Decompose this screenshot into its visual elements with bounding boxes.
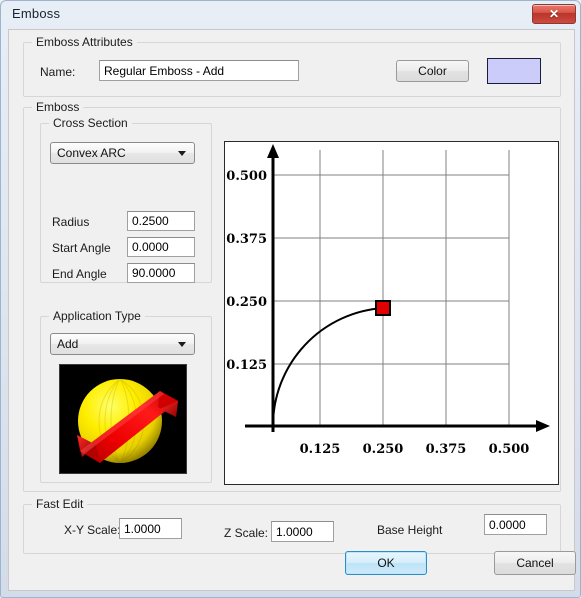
- cross-section-legend: Cross Section: [49, 116, 132, 130]
- emboss-preview-sphere-icon: [59, 364, 187, 474]
- end-point-handle: [375, 300, 391, 316]
- base-height-input[interactable]: 0.0000: [484, 514, 547, 535]
- cancel-button[interactable]: Cancel: [494, 551, 576, 575]
- start-angle-input[interactable]: 0.0000: [127, 237, 195, 257]
- close-icon: ✕: [548, 7, 560, 21]
- name-input[interactable]: Regular Emboss - Add: [99, 60, 299, 81]
- emboss-attributes-group: Emboss Attributes Name: Regular Emboss -…: [23, 35, 561, 97]
- y-tick-label-1: 0.125: [226, 358, 267, 373]
- x-tick-label-3: 0.375: [426, 442, 467, 457]
- x-tick-label-1: 0.125: [300, 442, 341, 457]
- window-title: Emboss: [12, 6, 61, 21]
- base-height-label: Base Height: [377, 523, 443, 537]
- emboss-attributes-legend: Emboss Attributes: [32, 35, 137, 49]
- application-type-group: Application Type Add: [40, 309, 212, 483]
- z-scale-label: Z Scale:: [224, 526, 269, 540]
- x-tick-label-4: 0.500: [489, 442, 530, 457]
- emboss-dialog-window: Emboss ✕ Emboss Attributes Name: Regular…: [0, 0, 581, 598]
- z-scale-input[interactable]: 1.0000: [271, 521, 334, 542]
- cross-section-graph[interactable]: 0.500 0.375 0.250 0.125 0.125 0.250 0.37…: [224, 141, 559, 485]
- cross-section-group: Cross Section Convex ARC Radius 0.2500 S…: [40, 116, 212, 283]
- y-tick-label-4: 0.500: [226, 169, 267, 184]
- y-tick-label-3: 0.375: [226, 232, 267, 247]
- start-angle-label: Start Angle: [52, 241, 111, 255]
- fast-edit-legend: Fast Edit: [32, 497, 88, 511]
- chevron-down-icon: [178, 151, 186, 156]
- xy-scale-input[interactable]: 1.0000: [119, 518, 182, 539]
- application-type-select[interactable]: Add: [50, 333, 195, 355]
- application-type-value: Add: [57, 337, 79, 351]
- fast-edit-group: Fast Edit X-Y Scale: 1.0000 Z Scale: 1.0…: [23, 497, 561, 554]
- dialog-client-area: Emboss Attributes Name: Regular Emboss -…: [8, 29, 576, 591]
- application-type-legend: Application Type: [49, 309, 145, 323]
- preview-svg: [60, 365, 186, 473]
- close-button[interactable]: ✕: [532, 4, 576, 24]
- end-angle-input[interactable]: 90.0000: [127, 263, 195, 283]
- x-tick-label-2: 0.250: [363, 442, 404, 457]
- cross-section-type-select[interactable]: Convex ARC: [50, 142, 195, 164]
- radius-input[interactable]: 0.2500: [127, 211, 195, 231]
- chevron-down-icon: [178, 342, 186, 347]
- title-bar: Emboss ✕: [1, 1, 581, 29]
- graph-svg: 0.500 0.375 0.250 0.125 0.125 0.250 0.37…: [225, 142, 558, 484]
- end-angle-label: End Angle: [52, 267, 107, 281]
- ok-button[interactable]: OK: [345, 551, 427, 575]
- y-tick-label-2: 0.250: [226, 295, 267, 310]
- color-button[interactable]: Color: [396, 60, 469, 82]
- xy-scale-label: X-Y Scale:: [64, 523, 121, 537]
- color-swatch[interactable]: [487, 58, 541, 84]
- emboss-group-legend: Emboss: [32, 100, 84, 114]
- emboss-group: Emboss Cross Section Convex ARC Radius 0…: [23, 100, 561, 492]
- name-label: Name:: [40, 65, 76, 79]
- radius-label: Radius: [52, 215, 90, 229]
- cross-section-type-value: Convex ARC: [57, 146, 126, 160]
